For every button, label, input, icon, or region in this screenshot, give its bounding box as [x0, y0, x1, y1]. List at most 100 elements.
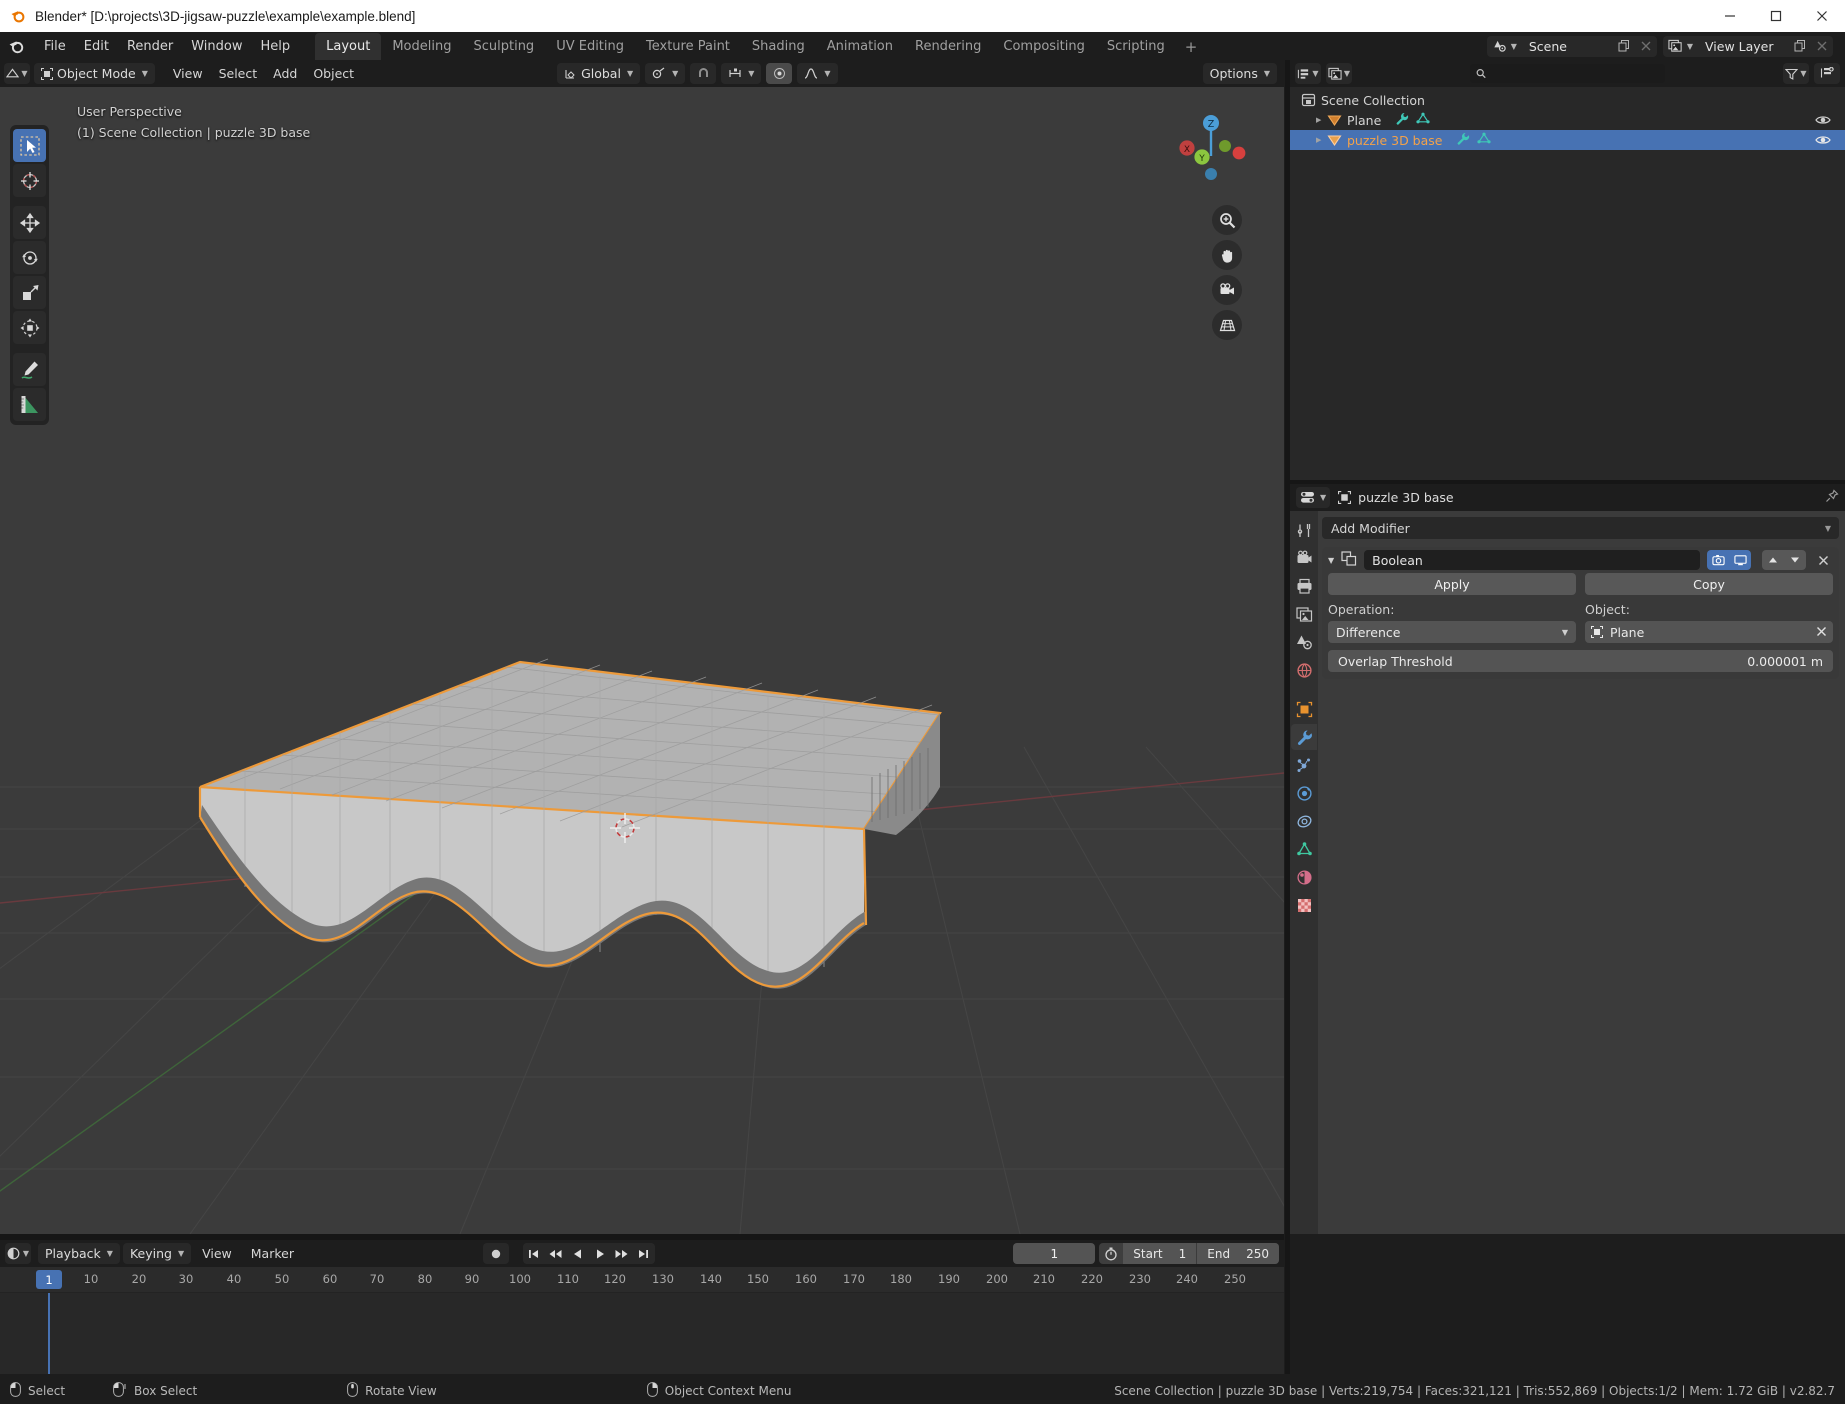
measure-tool[interactable]: [13, 388, 46, 421]
workspace-tab-compositing[interactable]: Compositing: [992, 33, 1096, 60]
jump-to-start-button[interactable]: [523, 1243, 545, 1264]
object-mode-dropdown[interactable]: Object Mode ▼: [34, 63, 155, 84]
camera-view-icon[interactable]: [1212, 275, 1242, 305]
menu-file[interactable]: File: [35, 36, 75, 57]
scene-selector[interactable]: ▼ Scene: [1487, 36, 1657, 57]
editor-type-button[interactable]: ▼: [4, 63, 30, 84]
playhead-line[interactable]: [48, 1293, 50, 1374]
menu-render[interactable]: Render: [118, 36, 182, 57]
scene-tab[interactable]: [1291, 629, 1317, 655]
modifier-wrench-icon[interactable]: [1395, 112, 1409, 128]
tool-tab[interactable]: [1291, 517, 1317, 543]
previous-keyframe-button[interactable]: [545, 1243, 567, 1264]
workspace-tab-layout[interactable]: Layout: [315, 33, 381, 60]
viewport-canvas[interactable]: User Perspective (1) Scene Collection | …: [0, 87, 1284, 1234]
options-dropdown[interactable]: Options ▼: [1203, 63, 1277, 84]
timeline-menu-marker[interactable]: Marker: [243, 1243, 302, 1264]
outliner-row-plane[interactable]: ▶ Plane: [1290, 110, 1845, 130]
current-frame-field[interactable]: 1: [1013, 1243, 1095, 1264]
constraints-tab[interactable]: [1291, 808, 1317, 834]
properties-editor-type-button[interactable]: ▼: [1296, 487, 1330, 508]
maximize-button[interactable]: [1753, 0, 1799, 32]
filter-dropdown[interactable]: ▼: [1783, 63, 1809, 84]
collapse-triangle-icon[interactable]: ▼: [1328, 556, 1334, 565]
operation-dropdown[interactable]: Difference ▼: [1328, 621, 1576, 643]
ortho-persp-icon[interactable]: [1212, 310, 1242, 340]
physics-tab[interactable]: [1291, 780, 1317, 806]
viewport-menu-add[interactable]: Add: [265, 63, 305, 84]
mesh-data-icon[interactable]: [1477, 132, 1491, 148]
menu-window[interactable]: Window: [182, 36, 251, 57]
playhead-frame-chip[interactable]: 1: [36, 1270, 62, 1289]
workspace-tab-modeling[interactable]: Modeling: [381, 33, 462, 60]
rotate-tool[interactable]: [13, 241, 46, 274]
keying-menu[interactable]: Keying▼: [123, 1243, 191, 1264]
viewport-menu-object[interactable]: Object: [305, 63, 362, 84]
apply-modifier-button[interactable]: Apply: [1328, 573, 1576, 595]
end-frame-field[interactable]: End 250: [1196, 1243, 1279, 1264]
playback-menu[interactable]: Playback▼: [38, 1243, 120, 1264]
navigation-gizmo[interactable]: Z X Y: [1170, 109, 1252, 191]
scale-tool[interactable]: [13, 276, 46, 309]
play-reverse-button[interactable]: [567, 1243, 589, 1264]
menu-help[interactable]: Help: [252, 36, 300, 57]
timeline-ruler[interactable]: 1 10 20 30 40 50 60 70 80 90 100 110 120…: [0, 1267, 1284, 1293]
timeline-editor-type-button[interactable]: ▼: [5, 1243, 31, 1264]
render-tab[interactable]: [1291, 545, 1317, 571]
world-tab[interactable]: [1291, 657, 1317, 683]
expand-arrow-icon[interactable]: ▶: [1316, 136, 1327, 144]
copy-modifier-button[interactable]: Copy: [1585, 573, 1833, 595]
menu-edit[interactable]: Edit: [75, 36, 118, 57]
add-modifier-button[interactable]: Add Modifier ▼: [1322, 517, 1839, 539]
outliner-row-scene-collection[interactable]: Scene Collection: [1290, 90, 1845, 110]
view-layer-selector[interactable]: ▼ View Layer: [1663, 36, 1833, 57]
modifier-name-field[interactable]: Boolean: [1364, 550, 1700, 570]
timeline-menu-view[interactable]: View: [194, 1243, 240, 1264]
zoom-icon[interactable]: [1212, 205, 1242, 235]
outliner-search-box[interactable]: [1470, 64, 1665, 83]
display-mode-dropdown[interactable]: ▼: [1326, 63, 1352, 84]
mesh-data-icon[interactable]: [1416, 112, 1430, 128]
render-visibility-toggle[interactable]: [1707, 550, 1729, 570]
annotate-tool[interactable]: [13, 353, 46, 386]
scene-name[interactable]: Scene: [1521, 36, 1613, 57]
clear-object-button[interactable]: [1816, 625, 1827, 640]
move-tool[interactable]: [13, 206, 46, 239]
visibility-eye-icon-plane[interactable]: [1815, 114, 1831, 126]
new-scene-button[interactable]: [1613, 36, 1635, 57]
blender-logo-icon[interactable]: [8, 38, 25, 55]
close-button[interactable]: [1799, 0, 1845, 32]
workspace-tab-shading[interactable]: Shading: [741, 33, 816, 60]
transform-orientation-dropdown[interactable]: Global ▼: [557, 63, 640, 84]
output-tab[interactable]: [1291, 573, 1317, 599]
unlink-scene-button[interactable]: [1635, 36, 1657, 57]
snap-pivot-dropdown[interactable]: ▼: [645, 63, 685, 84]
pan-hand-icon[interactable]: [1212, 240, 1242, 270]
add-workspace-button[interactable]: +: [1176, 34, 1207, 60]
viewport-menu-select[interactable]: Select: [211, 63, 266, 84]
modifier-wrench-icon[interactable]: [1456, 132, 1470, 148]
play-button[interactable]: [589, 1243, 611, 1264]
auto-keying-toggle[interactable]: [483, 1243, 509, 1264]
snap-magnet-toggle[interactable]: [690, 63, 716, 84]
outliner-row-puzzle-3d-base[interactable]: ▶ puzzle 3D base: [1290, 130, 1845, 150]
proportional-editing-toggle[interactable]: [766, 63, 792, 84]
start-frame-field[interactable]: Start 1: [1123, 1243, 1196, 1264]
pin-id-icon[interactable]: [1825, 489, 1839, 507]
cursor-tool[interactable]: [13, 164, 46, 197]
outliner-search-input[interactable]: [1491, 67, 1659, 81]
object-tab[interactable]: [1291, 696, 1317, 722]
new-collection-button[interactable]: [1814, 63, 1840, 84]
new-view-layer-button[interactable]: [1789, 36, 1811, 57]
proportional-falloff-dropdown[interactable]: ▼: [797, 63, 837, 84]
texture-tab[interactable]: [1291, 892, 1317, 918]
view-layer-name[interactable]: View Layer: [1697, 36, 1789, 57]
workspace-tab-rendering[interactable]: Rendering: [904, 33, 992, 60]
workspace-tab-sculpting[interactable]: Sculpting: [462, 33, 545, 60]
minimize-button[interactable]: [1707, 0, 1753, 32]
timeline-body[interactable]: [0, 1293, 1284, 1374]
jump-to-end-button[interactable]: [633, 1243, 655, 1264]
tweak-select-tool[interactable]: [13, 129, 46, 162]
delete-modifier-button[interactable]: [1813, 550, 1833, 570]
visibility-eye-icon-puzzle[interactable]: [1815, 134, 1831, 146]
